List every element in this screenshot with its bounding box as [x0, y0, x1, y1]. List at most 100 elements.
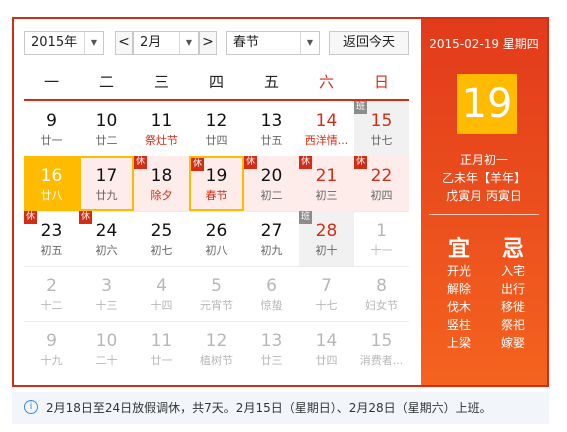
rest-day-badge: 休	[134, 156, 147, 169]
day-cell[interactable]: 休 22 初四	[354, 156, 409, 211]
day-cell[interactable]: 休 23 初五	[24, 211, 79, 266]
lunar-month-day: 戊寅月 丙寅日	[446, 189, 522, 203]
day-cell[interactable]: 4 十四	[134, 266, 189, 321]
lunar-label: 廿五	[260, 134, 283, 147]
weekday-header: 一 二 三 四 五 六 日	[24, 67, 409, 101]
yi-item: 伐木	[446, 300, 471, 314]
calendar-toolbar: 2015年 ▼ < 2月 ▼ > 春节 ▼ 返回今天	[14, 19, 421, 65]
weekday-label: 五	[263, 73, 279, 91]
day-cell[interactable]: 班 15 廿七	[354, 101, 409, 156]
day-number: 10	[95, 111, 118, 131]
lunar-label: 初十	[315, 244, 338, 257]
day-cell[interactable]: 休 24 初六	[79, 211, 134, 266]
lunar-label: 祭灶节	[145, 134, 178, 147]
lunar-label: 十三	[95, 299, 118, 312]
year-select[interactable]: 2015年 ▼	[24, 31, 104, 55]
day-cell[interactable]: 13 廿五	[244, 101, 299, 156]
ji-list: 入宅 出行 移徙 祭祀 嫁娶	[493, 262, 533, 352]
day-number: 23	[40, 221, 63, 241]
holiday-select-value: 春节	[233, 35, 260, 50]
info-icon: i	[24, 400, 38, 414]
day-number: 13	[260, 331, 283, 351]
lunar-year: 乙未年【羊年】	[441, 171, 526, 185]
day-number: 18	[150, 166, 173, 186]
day-cell[interactable]: 5 元宵节	[189, 266, 244, 321]
work-day-badge: 班	[299, 211, 312, 224]
lunar-label: 惊蛰	[260, 299, 283, 312]
rest-day-badge: 休	[299, 156, 312, 169]
day-cell[interactable]: 11 廿一	[134, 321, 189, 376]
day-cell[interactable]: 11 祭灶节	[134, 101, 189, 156]
day-number: 15	[370, 111, 393, 131]
next-month-button[interactable]: >	[199, 31, 217, 55]
day-cell[interactable]: 休 20 初二	[244, 156, 299, 211]
rest-day-badge: 休	[79, 211, 92, 224]
weekday-label: 二	[98, 73, 114, 91]
ji-item: 祭祀	[500, 318, 525, 332]
holiday-select[interactable]: 春节 ▼	[226, 31, 320, 55]
ji-item: 入宅	[500, 264, 525, 278]
lunar-label: 廿四	[205, 134, 228, 147]
day-cell[interactable]: 25 初七	[134, 211, 189, 266]
ji-item: 移徙	[500, 300, 525, 314]
day-cell[interactable]: 10 二十	[79, 321, 134, 376]
back-to-today-button[interactable]: 返回今天	[329, 31, 409, 55]
day-number: 24	[95, 221, 118, 241]
month-select[interactable]: 2月 ▼	[133, 31, 199, 55]
lunar-label: 植树节	[200, 354, 233, 367]
lunar-label: 春节	[205, 189, 228, 202]
lunar-label: 十七	[315, 299, 338, 312]
prev-month-button[interactable]: <	[115, 31, 133, 55]
day-cell[interactable]: 27 初九	[244, 211, 299, 266]
calendar-widget: 2015年 ▼ < 2月 ▼ > 春节 ▼ 返回今天 一 二 三 四 五 六 日…	[12, 17, 549, 387]
day-cell[interactable]: 12 廿四	[189, 101, 244, 156]
day-number: 13	[260, 111, 283, 131]
day-number: 11	[150, 111, 173, 131]
day-cell[interactable]: 1 十一	[354, 211, 409, 266]
day-cell[interactable]: 17 廿九	[79, 156, 134, 211]
day-cell[interactable]: 休 21 初三	[299, 156, 354, 211]
lunar-label: 十一	[370, 244, 393, 257]
day-cell[interactable]: 6 惊蛰	[244, 266, 299, 321]
lunar-label: 廿二	[95, 134, 118, 147]
weekday-label: 四	[208, 73, 224, 91]
rest-day-badge: 休	[244, 156, 257, 169]
selected-date: 2015-02-19 星期四	[429, 37, 539, 51]
day-cell[interactable]: 休 19 春节	[189, 156, 244, 211]
day-cell[interactable]: 14 廿四	[299, 321, 354, 376]
day-cell[interactable]: 9 十九	[24, 321, 79, 376]
lunar-label: 元宵节	[200, 299, 233, 312]
day-cell[interactable]: 9 廿一	[24, 101, 79, 156]
day-number: 17	[95, 166, 118, 186]
lunar-label: 十四	[150, 299, 173, 312]
day-cell[interactable]: 12 植树节	[189, 321, 244, 376]
day-number: 21	[315, 166, 338, 186]
day-cell[interactable]: 13 廿三	[244, 321, 299, 376]
yi-item: 解除	[446, 282, 471, 296]
day-cell[interactable]: 14 西洋情...	[299, 101, 354, 156]
lunar-label: 廿三	[260, 354, 283, 367]
day-number: 5	[211, 276, 222, 296]
day-number: 10	[95, 331, 118, 351]
day-number: 12	[205, 111, 228, 131]
ji-item: 嫁娶	[500, 336, 525, 350]
day-cell[interactable]: 8 妇女节	[354, 266, 409, 321]
lunar-label: 初四	[370, 189, 393, 202]
day-number: 3	[101, 276, 112, 296]
day-cell[interactable]: 10 廿二	[79, 101, 134, 156]
selected-day-number: 19	[457, 74, 517, 134]
day-cell[interactable]: 7 十七	[299, 266, 354, 321]
day-cell[interactable]: 15 消费者...	[354, 321, 409, 376]
day-number: 7	[321, 276, 332, 296]
day-cell[interactable]: 3 十三	[79, 266, 134, 321]
lunar-label: 初三	[315, 189, 338, 202]
day-cell[interactable]: 2 十二	[24, 266, 79, 321]
day-cell[interactable]: 班 28 初十	[299, 211, 354, 266]
lunar-label: 初六	[95, 244, 118, 257]
weekday-label: 六	[318, 73, 334, 91]
day-cell[interactable]: 26 初八	[189, 211, 244, 266]
day-cell[interactable]: 休 18 除夕	[134, 156, 189, 211]
month-select-value: 2月	[140, 35, 162, 50]
day-cell[interactable]: 16 廿八	[24, 156, 79, 211]
rest-day-badge: 休	[191, 158, 204, 171]
